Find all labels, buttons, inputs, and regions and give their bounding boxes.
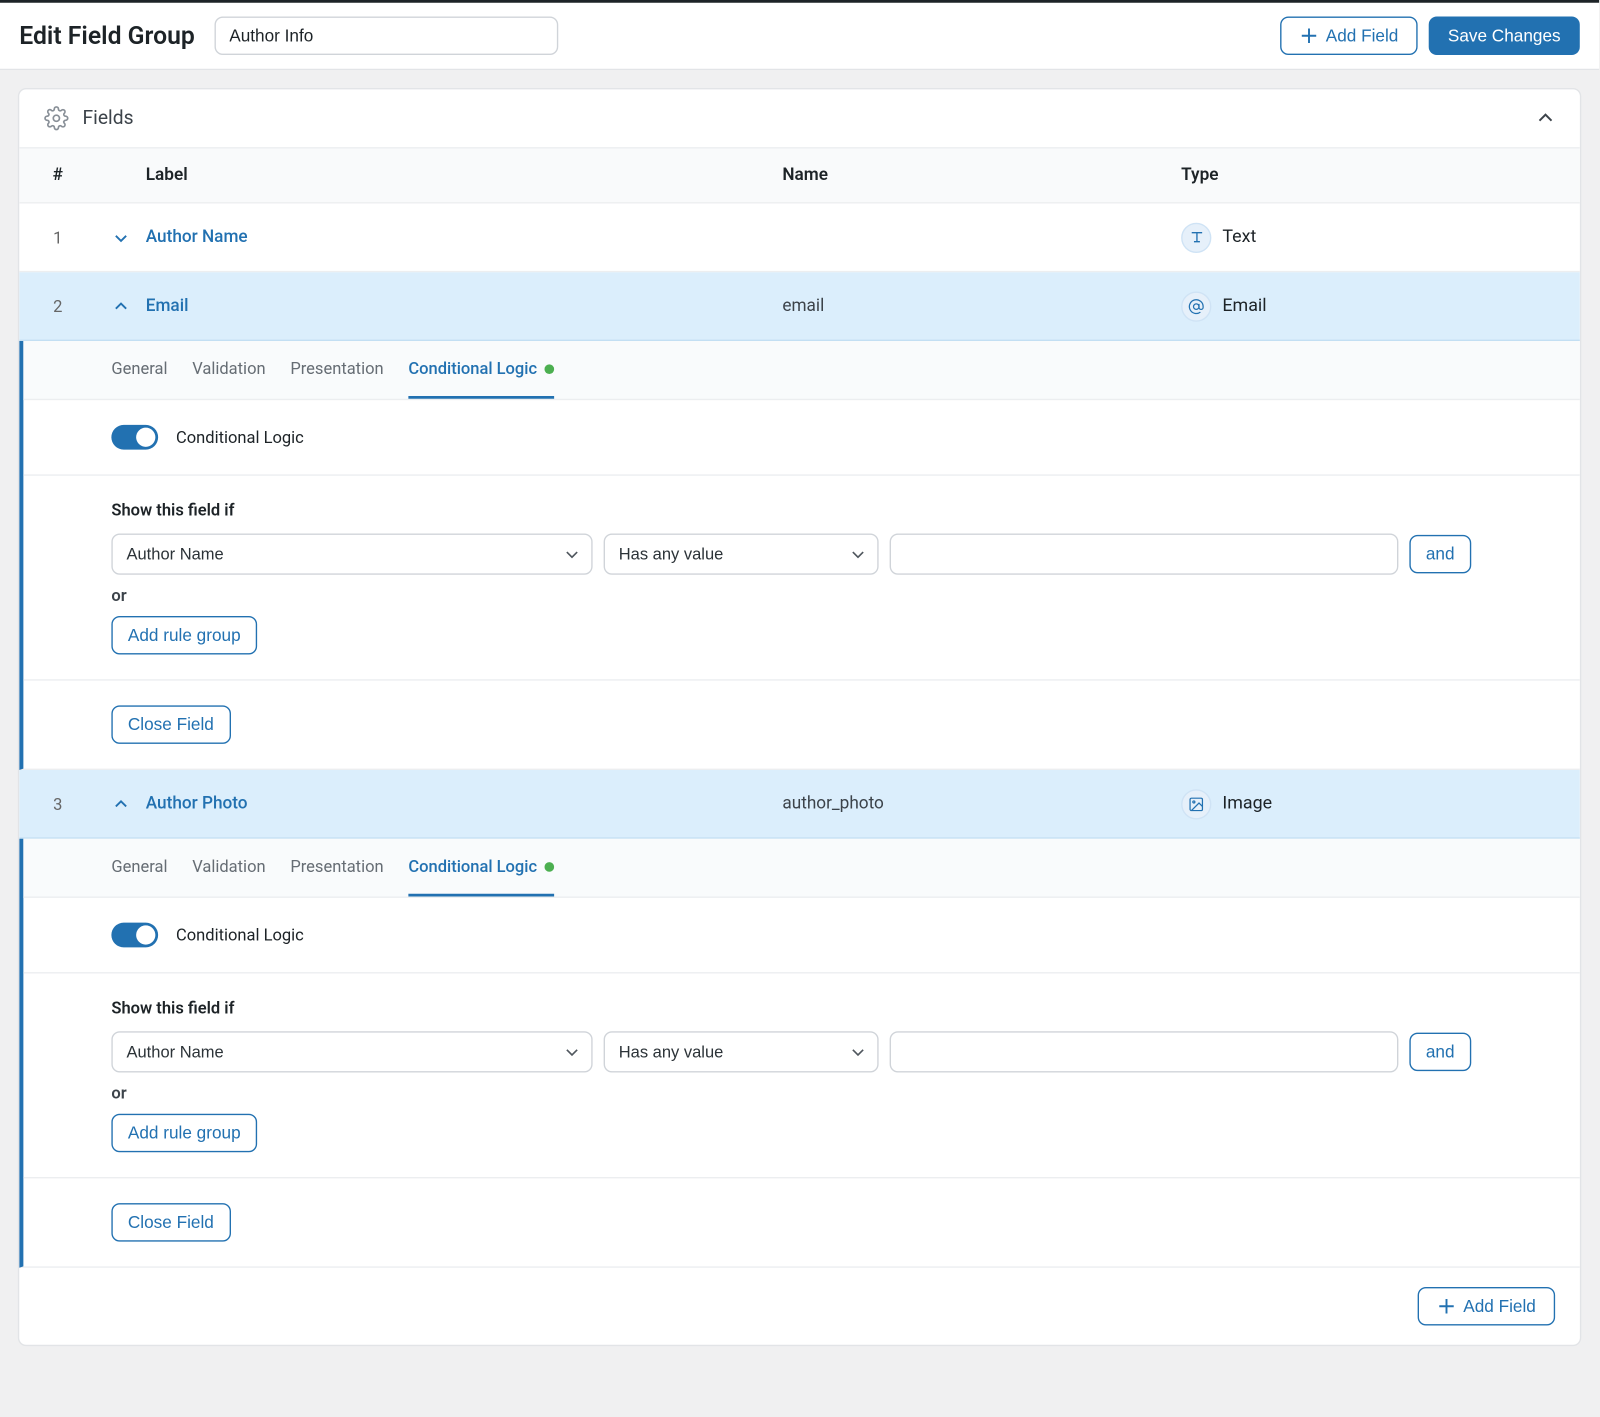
page-title: Edit Field Group: [19, 21, 195, 50]
row-number: 3: [19, 794, 96, 813]
tab-general[interactable]: General: [111, 341, 167, 399]
rule-section: Show this field if Author Name Has any v…: [23, 974, 1580, 1179]
add-field-button[interactable]: Add Field: [1418, 1287, 1555, 1326]
rule-value-input[interactable]: [890, 1031, 1399, 1072]
col-name: Name: [782, 165, 1181, 186]
close-field-button[interactable]: Close Field: [111, 705, 230, 744]
tab-conditional[interactable]: Conditional Logic: [408, 341, 553, 399]
topbar: Edit Field Group Add Field Save Changes: [0, 0, 1599, 70]
plus-icon: [1300, 26, 1319, 45]
field-name: email: [782, 296, 1181, 317]
panel-title: Fields: [83, 107, 134, 129]
conditional-toggle[interactable]: [111, 923, 158, 948]
image-type-icon: [1181, 789, 1211, 819]
and-button[interactable]: and: [1409, 1033, 1471, 1072]
close-section: Close Field: [23, 1178, 1580, 1266]
row-toggle[interactable]: [96, 229, 146, 246]
and-button[interactable]: and: [1409, 535, 1471, 574]
chevron-up-icon: [113, 795, 130, 812]
tab-presentation[interactable]: Presentation: [290, 341, 383, 399]
conditional-toggle[interactable]: [111, 425, 158, 450]
status-dot-icon: [544, 364, 554, 374]
chevron-down-icon: [113, 229, 130, 246]
field-label-link[interactable]: Email: [146, 296, 189, 317]
field-label-link[interactable]: Author Photo: [146, 793, 248, 814]
tab-conditional[interactable]: Conditional Logic: [408, 839, 553, 897]
add-rule-group-button[interactable]: Add rule group: [111, 616, 257, 655]
close-section: Close Field: [23, 681, 1580, 769]
field-label-link[interactable]: Author Name: [146, 227, 248, 248]
add-field-button[interactable]: Add Field: [1280, 17, 1417, 56]
rule-heading: Show this field if: [111, 501, 1492, 520]
field-row: 3 Author Photo author_photo Image: [19, 770, 1580, 839]
row-toggle[interactable]: [96, 298, 146, 315]
field-type: Text: [1222, 227, 1256, 248]
row-toggle[interactable]: [96, 795, 146, 812]
rule-section: Show this field if Author Name Has any v…: [23, 476, 1580, 681]
panel-footer: Add Field: [19, 1268, 1580, 1345]
fields-panel: Fields # Label Name Type 1 Author Name T…: [18, 88, 1581, 1346]
text-type-icon: [1181, 222, 1211, 252]
field-detail: General Validation Presentation Conditio…: [19, 839, 1580, 1268]
table-header: # Label Name Type: [19, 149, 1580, 204]
panel-header: Fields: [19, 89, 1580, 148]
or-label: or: [111, 1084, 1492, 1103]
tab-validation[interactable]: Validation: [192, 839, 265, 897]
detail-tabs: General Validation Presentation Conditio…: [23, 839, 1580, 898]
add-rule-group-button[interactable]: Add rule group: [111, 1114, 257, 1153]
field-row: 1 Author Name Text: [19, 204, 1580, 273]
rule-operator-select[interactable]: Has any value: [604, 534, 879, 575]
toggle-section: Conditional Logic: [23, 400, 1580, 476]
group-title-input[interactable]: [214, 17, 558, 56]
rule-value-input[interactable]: [890, 534, 1399, 575]
close-field-button[interactable]: Close Field: [111, 1203, 230, 1242]
field-name: author_photo: [782, 793, 1181, 814]
save-button[interactable]: Save Changes: [1429, 17, 1580, 56]
col-type: Type: [1181, 165, 1580, 186]
col-num: #: [19, 165, 96, 186]
tab-validation[interactable]: Validation: [192, 341, 265, 399]
plus-icon: [1437, 1297, 1456, 1316]
chevron-up-icon: [113, 298, 130, 315]
field-row: 2 Email email Email: [19, 272, 1580, 341]
field-detail: General Validation Presentation Conditio…: [19, 341, 1580, 770]
or-label: or: [111, 586, 1492, 605]
rule-field-select[interactable]: Author Name: [111, 534, 592, 575]
row-number: 1: [19, 228, 96, 247]
rule-field-select[interactable]: Author Name: [111, 1031, 592, 1072]
tab-presentation[interactable]: Presentation: [290, 839, 383, 897]
rule-operator-select[interactable]: Has any value: [604, 1031, 879, 1072]
toggle-label: Conditional Logic: [176, 925, 304, 944]
field-type: Email: [1222, 296, 1266, 317]
cog-icon: [44, 106, 69, 131]
toggle-label: Conditional Logic: [176, 428, 304, 447]
email-type-icon: [1181, 291, 1211, 321]
tab-general[interactable]: General: [111, 839, 167, 897]
field-type: Image: [1222, 793, 1272, 814]
col-label: Label: [146, 165, 783, 186]
chevron-up-icon[interactable]: [1536, 109, 1555, 128]
status-dot-icon: [544, 861, 554, 871]
row-number: 2: [19, 296, 96, 315]
rule-heading: Show this field if: [111, 998, 1492, 1017]
detail-tabs: General Validation Presentation Conditio…: [23, 341, 1580, 400]
toggle-section: Conditional Logic: [23, 898, 1580, 974]
